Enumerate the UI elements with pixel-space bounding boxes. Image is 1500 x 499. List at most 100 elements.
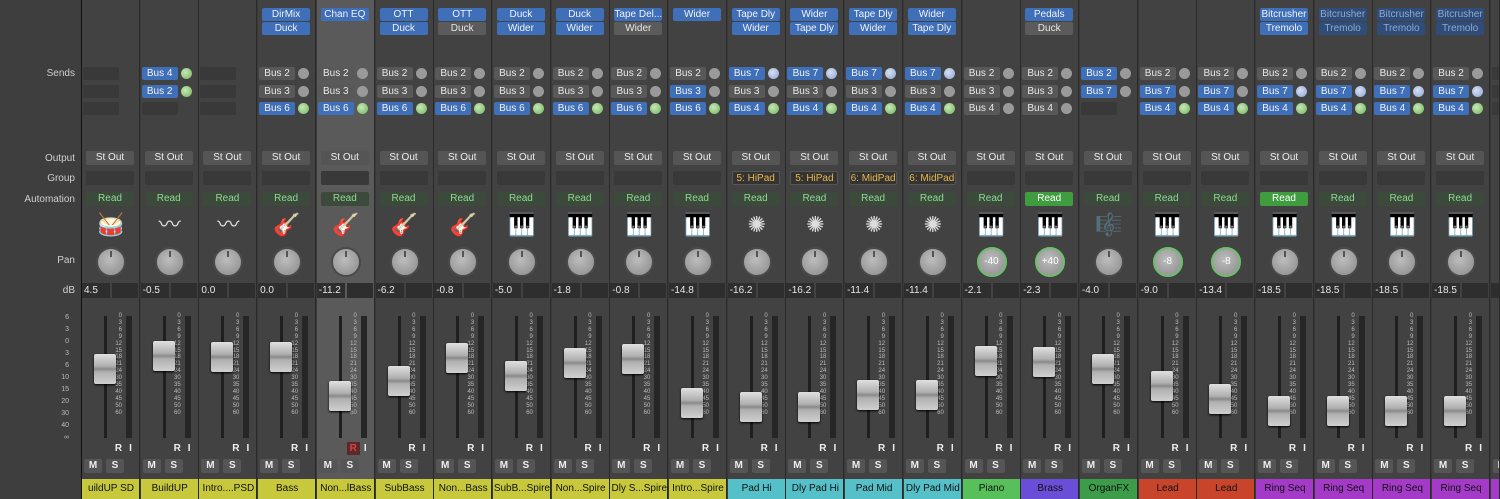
send-level-knob[interactable] bbox=[298, 68, 310, 79]
send-slot[interactable]: Bus 6 bbox=[670, 102, 706, 115]
output-slot[interactable]: St Out bbox=[555, 151, 604, 165]
keyboard-icon[interactable]: 🎹 bbox=[1383, 210, 1421, 240]
automation-mode[interactable]: Read bbox=[262, 192, 311, 206]
track-name[interactable]: SubB...Spire bbox=[492, 479, 550, 499]
send-slot[interactable]: Bus 7 bbox=[1080, 84, 1117, 98]
sparkle-icon[interactable]: ✺ bbox=[914, 210, 952, 240]
pan-knob[interactable] bbox=[917, 247, 948, 277]
output-slot[interactable]: St Out bbox=[849, 151, 898, 165]
channel-strip[interactable]: 03691215182124303540455060RIMSRi bbox=[1490, 0, 1500, 499]
send-level-knob[interactable] bbox=[356, 103, 368, 114]
solo-button[interactable]: S bbox=[751, 459, 770, 473]
input-monitor-button[interactable]: I bbox=[241, 442, 254, 455]
send-slot[interactable]: Bus 4 bbox=[963, 102, 1000, 115]
volume-readout[interactable]: 0.0 bbox=[258, 283, 287, 298]
channel-strip[interactable]: Pedals Duck Bus 2 Bus 3 Bus 4 St Out Read 🎹 +40 -… bbox=[1021, 0, 1080, 499]
send-level-knob[interactable] bbox=[591, 68, 603, 79]
pan-knob[interactable]: +40 bbox=[1035, 247, 1066, 277]
send-slot[interactable]: Bus 3 bbox=[259, 84, 296, 98]
input-monitor-button[interactable]: I bbox=[770, 442, 783, 455]
send-slot[interactable]: Bus 7 bbox=[728, 67, 765, 80]
volume-readout[interactable]: -0.5 bbox=[140, 283, 169, 298]
insert-slot[interactable]: Tremolo bbox=[1436, 22, 1485, 35]
solo-button[interactable]: S bbox=[693, 459, 711, 473]
automation-mode[interactable]: Read bbox=[1436, 192, 1485, 206]
waveform-icon[interactable]: 〰 bbox=[209, 210, 247, 240]
send-level-knob[interactable] bbox=[1472, 103, 1484, 114]
mute-button[interactable]: M bbox=[377, 459, 396, 473]
automation-mode[interactable]: Read bbox=[1083, 192, 1132, 206]
insert-slot[interactable]: Wider bbox=[496, 22, 545, 35]
send-slot[interactable]: Bus 4 bbox=[1257, 102, 1293, 115]
send-slot[interactable]: Bus 6 bbox=[259, 102, 296, 115]
solo-button[interactable]: S bbox=[634, 459, 653, 473]
solo-button[interactable]: S bbox=[164, 459, 183, 473]
mute-button[interactable]: M bbox=[905, 459, 924, 473]
solo-button[interactable]: S bbox=[1045, 459, 1064, 473]
send-slot[interactable]: Bus 2 bbox=[963, 67, 1000, 80]
send-slot[interactable]: Bus 6 bbox=[493, 102, 530, 115]
group-slot[interactable] bbox=[1377, 171, 1426, 185]
track-name[interactable]: Piano bbox=[962, 479, 1020, 499]
send-level-knob[interactable] bbox=[943, 103, 955, 114]
group-slot[interactable] bbox=[966, 171, 1015, 185]
track-name[interactable]: Brass bbox=[1021, 479, 1079, 499]
track-name[interactable]: Intro....PSD bbox=[199, 479, 257, 499]
automation-mode[interactable]: Read bbox=[496, 192, 545, 206]
input-monitor-button[interactable]: I bbox=[1181, 442, 1194, 455]
track-name[interactable]: Non...Bass bbox=[434, 479, 492, 499]
pan-knob[interactable] bbox=[1093, 247, 1124, 277]
send-slot[interactable]: Bus 7 bbox=[1257, 84, 1293, 98]
synth-icon[interactable]: 🎹 bbox=[1207, 210, 1245, 240]
automation-mode[interactable]: Read bbox=[731, 192, 780, 206]
input-monitor-button[interactable]: I bbox=[1239, 442, 1252, 455]
volume-fader[interactable] bbox=[974, 346, 997, 376]
send-slot[interactable]: Bus 7 bbox=[1198, 84, 1235, 98]
insert-slot[interactable]: Duck bbox=[555, 8, 604, 21]
send-slot[interactable]: Bus 4 bbox=[1198, 102, 1235, 115]
send-level-knob[interactable] bbox=[532, 103, 544, 114]
volume-readout[interactable]: -13.4 bbox=[1197, 283, 1226, 298]
mute-button[interactable]: M bbox=[1316, 459, 1335, 473]
send-level-knob[interactable] bbox=[298, 85, 310, 97]
solo-button[interactable]: S bbox=[986, 459, 1005, 473]
mute-button[interactable]: M bbox=[729, 459, 748, 473]
solo-button[interactable]: S bbox=[1162, 459, 1181, 473]
volume-readout[interactable]: -6.2 bbox=[375, 283, 404, 298]
input-monitor-button[interactable]: I bbox=[887, 442, 900, 455]
bass-guitar-icon[interactable]: 🎸 bbox=[268, 210, 306, 240]
volume-readout[interactable]: -16.2 bbox=[786, 283, 815, 298]
group-slot[interactable] bbox=[320, 171, 369, 185]
output-slot[interactable]: St Out bbox=[907, 151, 956, 165]
keyboard-icon[interactable]: 🎹 bbox=[1031, 210, 1069, 240]
insert-slot[interactable]: Chan EQ bbox=[320, 8, 369, 21]
send-slot[interactable] bbox=[200, 102, 237, 115]
automation-mode[interactable]: Read bbox=[849, 192, 898, 206]
track-name[interactable]: Dly S...Spire bbox=[610, 479, 668, 499]
track-name[interactable]: Ring Seq bbox=[1256, 479, 1313, 499]
automation-mode[interactable]: Read bbox=[438, 192, 487, 206]
input-monitor-button[interactable]: I bbox=[1357, 442, 1370, 455]
input-monitor-button[interactable]: I bbox=[418, 442, 431, 455]
send-level-knob[interactable] bbox=[356, 85, 368, 97]
send-slot[interactable]: Bus 3 bbox=[376, 84, 413, 98]
send-slot[interactable]: Bus 7 bbox=[1315, 84, 1352, 98]
automation-mode[interactable]: Read bbox=[614, 192, 663, 206]
bass-guitar-icon[interactable]: 🎸 bbox=[444, 210, 482, 240]
send-level-knob[interactable] bbox=[1296, 85, 1307, 97]
automation-mode[interactable]: Read bbox=[1318, 192, 1367, 206]
keyboard-icon[interactable]: 🎹 bbox=[1266, 210, 1304, 240]
send-slot[interactable]: Bus 3 bbox=[846, 84, 883, 98]
track-name[interactable]: Lead bbox=[1138, 479, 1196, 499]
volume-readout[interactable]: -14.8 bbox=[669, 283, 697, 298]
automation-mode[interactable]: Read bbox=[1201, 192, 1250, 206]
volume-readout[interactable]: -18.5 bbox=[1256, 283, 1284, 298]
pan-knob[interactable] bbox=[330, 247, 361, 277]
volume-fader[interactable] bbox=[1091, 354, 1114, 384]
channel-strip[interactable]: Wider Bus 2 Bus 3 Bus 6 St Out Read 🎹 -14.8 0 3 6 9… bbox=[669, 0, 727, 499]
track-name[interactable]: SubBass bbox=[375, 479, 433, 499]
send-level-knob[interactable] bbox=[1296, 68, 1307, 79]
send-slot[interactable]: Bus 2 bbox=[317, 67, 354, 80]
send-slot[interactable]: Bus 4 bbox=[1433, 102, 1470, 115]
pan-knob[interactable]: -8 bbox=[1211, 247, 1242, 277]
